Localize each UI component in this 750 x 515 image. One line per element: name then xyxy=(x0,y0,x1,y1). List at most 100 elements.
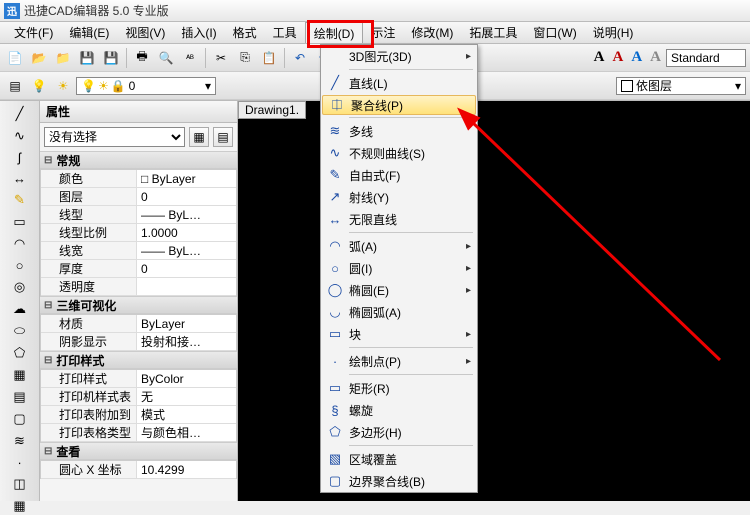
menu-item[interactable]: 示注 xyxy=(363,22,403,43)
save-icon[interactable]: 💾 xyxy=(76,47,98,69)
menu-item[interactable]: ◠弧(A) xyxy=(321,235,477,257)
property-row[interactable]: 圆心 X 坐标10.4299 xyxy=(41,461,236,479)
cut-icon[interactable]: ✂ xyxy=(210,47,232,69)
new-icon[interactable]: 📄 xyxy=(4,47,26,69)
menu-item[interactable]: ↗射线(Y) xyxy=(321,186,477,208)
property-value[interactable]: ByColor xyxy=(137,370,236,387)
property-row[interactable]: 线型比例1.0000 xyxy=(41,224,236,242)
saveas-icon[interactable]: 💾 xyxy=(100,47,122,69)
menu-item[interactable]: 格式 xyxy=(225,22,265,43)
spline-tool-icon[interactable]: ∿ xyxy=(11,127,29,145)
menu-item[interactable]: 视图(V) xyxy=(117,22,173,43)
property-row[interactable]: 材质ByLayer xyxy=(41,315,236,333)
text-style-a1-icon[interactable]: A xyxy=(591,49,608,66)
layer-selector[interactable]: 💡☀🔒0 ▾ xyxy=(76,77,216,95)
menu-item[interactable]: 编辑(E) xyxy=(61,22,117,43)
property-row[interactable]: 颜色□ ByLayer xyxy=(41,170,236,188)
ellipse-tool-icon[interactable]: ⬭ xyxy=(11,322,29,340)
polygon-tool-icon[interactable]: ⬠ xyxy=(11,344,29,362)
quick-select-icon[interactable]: ▤ xyxy=(213,127,233,147)
property-row[interactable]: 线宽—— ByL… xyxy=(41,242,236,260)
infinite-tool-icon[interactable]: ↔ xyxy=(11,170,29,187)
document-tab[interactable]: Drawing1. xyxy=(238,101,306,119)
menu-item[interactable]: §螺旋 xyxy=(321,399,477,421)
menu-item[interactable]: 绘制(D) xyxy=(305,22,364,43)
property-value[interactable]: —— ByL… xyxy=(137,206,236,223)
property-value[interactable]: 1.0000 xyxy=(137,224,236,241)
menu-item[interactable]: ∿不规则曲线(S) xyxy=(321,142,477,164)
freehand-tool-icon[interactable]: ʃ xyxy=(11,149,29,166)
open2-icon[interactable]: 📁 xyxy=(52,47,74,69)
abc-icon[interactable]: ᴬᴮ xyxy=(179,47,201,69)
point-tool-icon[interactable]: ∙ xyxy=(11,454,29,471)
menu-item[interactable]: ⬠多边形(H) xyxy=(321,421,477,443)
wipeout-tool-icon[interactable]: ≋ xyxy=(11,432,29,450)
menu-item[interactable]: 工具 xyxy=(265,22,305,43)
menu-item[interactable]: 拓展工具 xyxy=(461,22,525,43)
property-row[interactable]: 阴影显示投射和接… xyxy=(41,333,236,351)
text-style-a2-icon[interactable]: A xyxy=(609,49,626,66)
rect-tool-icon[interactable]: ▭ xyxy=(11,213,29,231)
property-value[interactable]: 10.4299 xyxy=(137,461,236,478)
menu-item[interactable]: 插入(I) xyxy=(173,22,224,43)
text-style-selector[interactable]: Standard xyxy=(666,49,746,67)
pick-icon[interactable]: ▦ xyxy=(189,127,209,147)
property-value[interactable]: 无 xyxy=(137,388,236,405)
property-group-header[interactable]: 常规 xyxy=(40,151,237,169)
drawing-canvas[interactable]: Drawing1. xyxy=(238,101,750,501)
menu-item[interactable]: ╱直线(L) xyxy=(321,72,477,94)
menu-item[interactable]: ◯椭圆(E) xyxy=(321,279,477,301)
property-group-header[interactable]: 三维可视化 xyxy=(40,296,237,314)
menu-item[interactable]: 说明(H) xyxy=(585,22,642,43)
block-tool-icon[interactable]: ◫ xyxy=(11,475,29,493)
property-value[interactable]: ByLayer xyxy=(137,315,236,332)
arc-tool-icon[interactable]: ◠ xyxy=(11,235,29,253)
sun-icon[interactable]: ☀ xyxy=(52,75,74,97)
region-tool-icon[interactable]: ▢ xyxy=(11,410,29,428)
menu-item[interactable]: ▢边界聚合线(B) xyxy=(321,470,477,492)
property-value[interactable]: 与颜色相… xyxy=(137,424,236,441)
property-value[interactable]: 模式 xyxy=(137,406,236,423)
menu-item[interactable]: ▭块 xyxy=(321,323,477,345)
text-style-a3-icon[interactable]: A xyxy=(628,49,645,66)
text-style-a4-icon[interactable]: A xyxy=(647,49,664,66)
property-row[interactable]: 打印机样式表无 xyxy=(41,388,236,406)
open-icon[interactable]: 📂 xyxy=(28,47,50,69)
property-row[interactable]: 打印样式ByColor xyxy=(41,370,236,388)
menu-item[interactable]: ○圆(I) xyxy=(321,257,477,279)
layer-state-icon[interactable]: ▤ xyxy=(4,75,26,97)
property-row[interactable]: 打印表格类型与颜色相… xyxy=(41,424,236,442)
property-value[interactable]: 0 xyxy=(137,188,236,205)
property-group-header[interactable]: 查看 xyxy=(40,442,237,460)
menu-item[interactable]: ◡椭圆弧(A) xyxy=(321,301,477,323)
boundary-tool-icon[interactable]: ▤ xyxy=(11,388,29,406)
property-row[interactable]: 打印表附加到模式 xyxy=(41,406,236,424)
menu-item[interactable]: ≋多线 xyxy=(321,120,477,142)
undo-icon[interactable]: ↶ xyxy=(289,47,311,69)
copy-icon[interactable]: ⎘ xyxy=(234,47,256,69)
property-value[interactable]: □ ByLayer xyxy=(137,170,236,187)
menu-item[interactable]: ▭矩形(R) xyxy=(321,377,477,399)
menu-item[interactable]: ▧区域覆盖 xyxy=(321,448,477,470)
menu-item[interactable]: 窗口(W) xyxy=(525,22,584,43)
property-row[interactable]: 线型—— ByL… xyxy=(41,206,236,224)
menu-item[interactable]: 3D图元(3D) xyxy=(321,45,477,67)
pencil-tool-icon[interactable]: ✎ xyxy=(11,191,29,209)
hatch-tool-icon[interactable]: ▦ xyxy=(11,366,29,384)
menu-item[interactable]: ·绘制点(P) xyxy=(321,350,477,372)
property-row[interactable]: 厚度0 xyxy=(41,260,236,278)
circle-tool-icon[interactable]: ○ xyxy=(11,257,29,274)
menu-item[interactable]: ↔无限直线 xyxy=(321,208,477,230)
property-value[interactable]: —— ByL… xyxy=(137,242,236,259)
preview-icon[interactable]: 🔍 xyxy=(155,47,177,69)
paste-icon[interactable]: 📋 xyxy=(258,47,280,69)
line-tool-icon[interactable]: ╱ xyxy=(11,105,29,123)
menu-item[interactable]: ⎅聚合线(P) xyxy=(322,95,476,115)
color-bylayer-selector[interactable]: 依图层▾ xyxy=(616,77,746,95)
property-value[interactable]: 投射和接… xyxy=(137,333,236,350)
property-row[interactable]: 透明度 xyxy=(41,278,236,296)
property-value[interactable] xyxy=(137,278,236,295)
menu-item[interactable]: 修改(M) xyxy=(403,22,461,43)
menu-item[interactable]: ✎自由式(F) xyxy=(321,164,477,186)
print-icon[interactable]: 🖶 xyxy=(131,47,153,69)
